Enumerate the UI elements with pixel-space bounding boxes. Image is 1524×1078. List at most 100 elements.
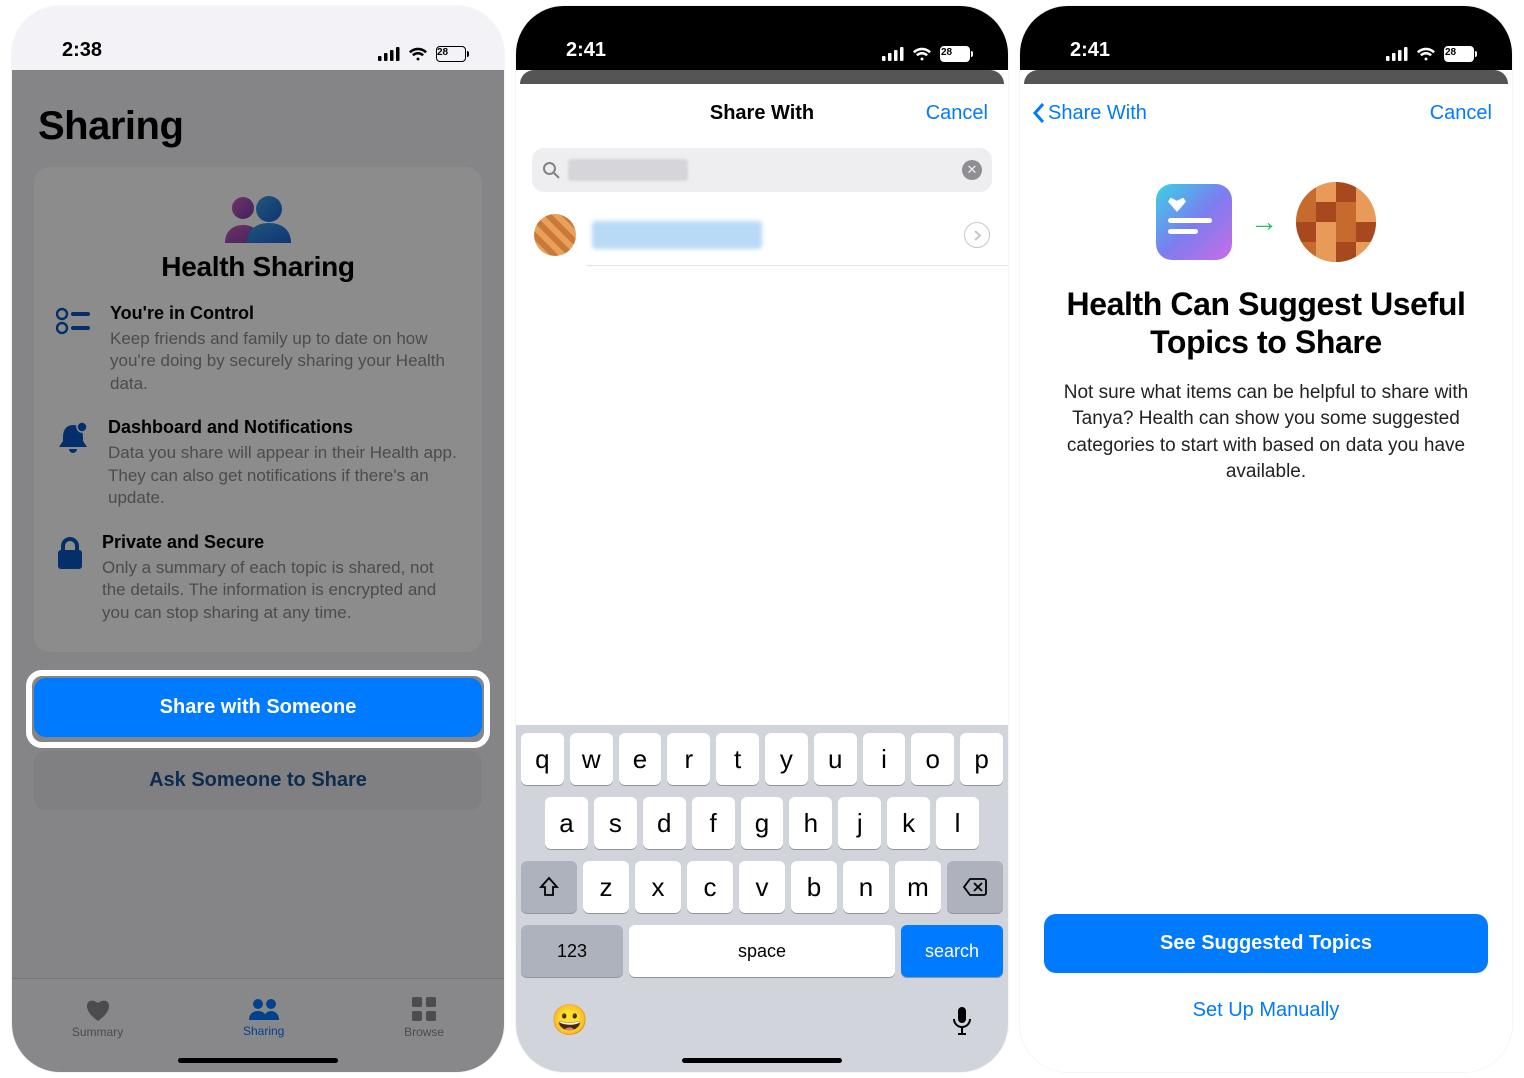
key-i[interactable]: i <box>863 733 906 785</box>
status-icons: 28 <box>1386 46 1474 62</box>
key-u[interactable]: u <box>814 733 857 785</box>
nav-title: Share With <box>710 102 814 125</box>
shift-key[interactable] <box>521 861 577 913</box>
key-m[interactable]: m <box>895 861 941 913</box>
chevron-right-icon[interactable] <box>964 222 990 248</box>
numbers-key[interactable]: 123 <box>521 925 623 977</box>
health-sharing-card: Health Sharing You're in ControlKeep fri… <box>34 167 482 652</box>
wifi-icon <box>408 47 428 61</box>
search-key[interactable]: search <box>901 925 1003 977</box>
keyboard: qwertyuiop asdfghjkl zxcvbnm 123 space s… <box>516 725 1008 1072</box>
tab-summary[interactable]: Summary <box>72 997 123 1039</box>
key-j[interactable]: j <box>838 797 881 849</box>
lock-icon <box>56 536 84 570</box>
home-indicator <box>178 1058 338 1063</box>
cellular-icon <box>378 47 400 61</box>
key-w[interactable]: w <box>570 733 613 785</box>
tab-sharing[interactable]: Sharing <box>243 998 284 1038</box>
share-with-someone-button[interactable]: Share with Someone <box>34 678 482 737</box>
page-title: Sharing <box>12 70 504 167</box>
cellular-icon <box>1386 47 1408 61</box>
key-o[interactable]: o <box>911 733 954 785</box>
backspace-icon <box>962 877 988 897</box>
arrow-right-icon: → <box>1250 206 1278 238</box>
see-suggested-topics-button[interactable]: See Suggested Topics <box>1044 914 1488 973</box>
backspace-key[interactable] <box>947 861 1003 913</box>
mic-icon[interactable] <box>951 1006 973 1036</box>
search-input[interactable]: ✕ <box>532 148 992 192</box>
key-e[interactable]: e <box>619 733 662 785</box>
key-y[interactable]: y <box>765 733 808 785</box>
key-r[interactable]: r <box>667 733 710 785</box>
key-t[interactable]: t <box>716 733 759 785</box>
wifi-icon <box>912 47 932 61</box>
key-f[interactable]: f <box>692 797 735 849</box>
key-p[interactable]: p <box>960 733 1003 785</box>
back-button[interactable]: Share With <box>1032 102 1147 125</box>
health-app-tile-icon <box>1156 184 1232 260</box>
key-z[interactable]: z <box>583 861 629 913</box>
people-icon <box>219 195 297 243</box>
key-k[interactable]: k <box>887 797 930 849</box>
emoji-key[interactable]: 😀 <box>551 1003 588 1038</box>
clear-search-icon[interactable]: ✕ <box>962 160 982 180</box>
status-bar: 2:41 28 <box>1020 6 1512 70</box>
cellular-icon <box>882 47 904 61</box>
tab-browse[interactable]: Browse <box>404 997 444 1039</box>
bell-icon <box>56 421 90 457</box>
search-text-redacted <box>568 159 688 181</box>
chevron-left-icon <box>1032 102 1046 124</box>
cancel-button[interactable]: Cancel <box>926 102 988 125</box>
status-time: 2:41 <box>1070 39 1110 62</box>
avatar <box>534 214 576 256</box>
home-indicator <box>682 1058 842 1063</box>
key-q[interactable]: q <box>521 733 564 785</box>
feature-dashboard: Dashboard and NotificationsData you shar… <box>56 417 460 509</box>
ask-someone-to-share-button[interactable]: Ask Someone to Share <box>34 751 482 810</box>
key-c[interactable]: c <box>687 861 733 913</box>
cancel-button[interactable]: Cancel <box>1430 102 1492 125</box>
space-key[interactable]: space <box>629 925 895 977</box>
status-time: 2:38 <box>62 39 102 62</box>
phone-screen-sharing: 2:38 28 Sharing Health Sharing You're in… <box>12 6 504 1072</box>
card-title: Health Sharing <box>161 251 354 283</box>
phone-screen-suggest: 2:41 28 Share With Cancel → <box>1020 6 1512 1072</box>
key-g[interactable]: g <box>741 797 784 849</box>
page-title: Health Can Suggest Useful Topics to Shar… <box>1044 286 1488 362</box>
key-d[interactable]: d <box>643 797 686 849</box>
battery-icon: 28 <box>1444 46 1474 62</box>
page-description: Not sure what items can be helpful to sh… <box>1044 380 1488 486</box>
status-icons: 28 <box>378 46 466 62</box>
key-b[interactable]: b <box>791 861 837 913</box>
key-x[interactable]: x <box>635 861 681 913</box>
sheet-behind <box>1024 70 1508 84</box>
wifi-icon <box>1416 47 1436 61</box>
battery-icon: 28 <box>940 46 970 62</box>
hero-graphic: → <box>1044 182 1488 262</box>
contact-row[interactable] <box>516 204 1008 266</box>
sheet-behind <box>520 70 1004 84</box>
grid-icon <box>412 997 436 1021</box>
feature-private: Private and SecureOnly a summary of each… <box>56 532 460 624</box>
status-bar: 2:38 28 <box>12 6 504 70</box>
key-a[interactable]: a <box>545 797 588 849</box>
key-l[interactable]: l <box>936 797 979 849</box>
shift-icon <box>538 876 560 898</box>
heart-icon <box>84 997 112 1021</box>
checklist-icon <box>56 307 92 335</box>
key-h[interactable]: h <box>789 797 832 849</box>
status-bar: 2:41 28 <box>516 6 1008 70</box>
people-small-icon <box>247 998 281 1020</box>
feature-control: You're in ControlKeep friends and family… <box>56 303 460 395</box>
nav-bar: Share With Cancel <box>516 84 1008 142</box>
nav-bar: Share With Cancel <box>1020 84 1512 142</box>
key-s[interactable]: s <box>594 797 637 849</box>
phone-screen-share-with: 2:41 28 Share With Cancel ✕ qwertyuiop <box>516 6 1008 1072</box>
contact-avatar <box>1296 182 1376 262</box>
set-up-manually-button[interactable]: Set Up Manually <box>1044 983 1488 1038</box>
key-v[interactable]: v <box>739 861 785 913</box>
key-n[interactable]: n <box>843 861 889 913</box>
search-icon <box>542 161 560 179</box>
status-time: 2:41 <box>566 39 606 62</box>
battery-icon: 28 <box>436 46 466 62</box>
